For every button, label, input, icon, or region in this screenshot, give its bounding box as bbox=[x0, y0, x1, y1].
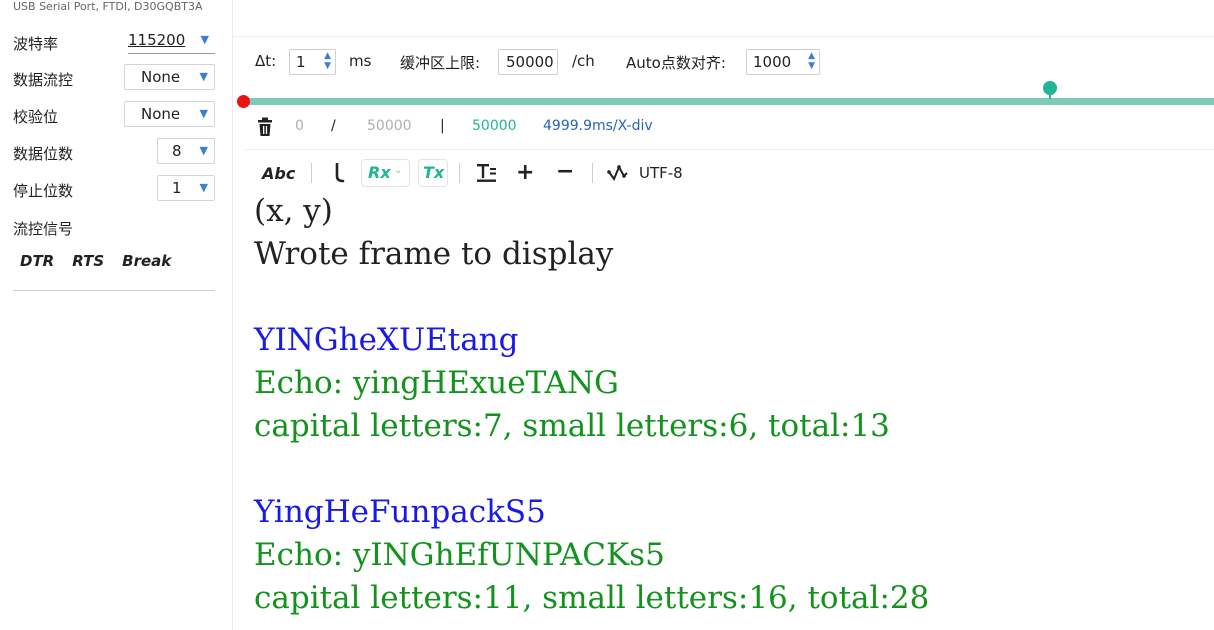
auto-align-label: Auto点数对齐: bbox=[626, 54, 726, 72]
minus-icon[interactable]: − bbox=[556, 161, 574, 183]
waveform-icon[interactable] bbox=[607, 164, 629, 182]
flow-signals: DTR RTS Break bbox=[20, 252, 189, 270]
tx-toggle[interactable]: Tx bbox=[418, 159, 448, 187]
range-marker-handle[interactable] bbox=[1043, 81, 1057, 95]
console-line: YingHeFunpackS5 bbox=[254, 494, 546, 530]
toolbar-mid-divider bbox=[244, 149, 1214, 150]
bracket-icon[interactable] bbox=[333, 163, 347, 183]
stop-bits-value: 1 bbox=[172, 179, 182, 197]
dtr-toggle[interactable]: DTR bbox=[20, 252, 54, 270]
trash-icon[interactable] bbox=[256, 117, 274, 137]
rx-label: Rx bbox=[368, 163, 391, 182]
chevron-down-icon: ▼ bbox=[200, 33, 209, 46]
parity-value: None bbox=[141, 105, 181, 123]
text-mode-button[interactable]: Abc bbox=[262, 164, 295, 183]
flow-control-row: 数据流控 None ▼ bbox=[13, 64, 215, 92]
dt-unit: ms bbox=[349, 52, 372, 70]
console-line: Echo: yINGhEfUNPACKs5 bbox=[254, 537, 665, 573]
data-bits-select[interactable]: 8 ▼ bbox=[157, 138, 215, 164]
auto-align-spinbox[interactable]: 1000 ▲ ▼ bbox=[746, 49, 820, 75]
range-start-handle[interactable] bbox=[237, 95, 250, 108]
dt-label: Δt: bbox=[255, 52, 277, 70]
buffer-limit-label: 缓冲区上限: bbox=[400, 54, 481, 72]
serial-settings-sidebar: USB Serial Port, FTDI, D30GQBT3A 波特率 115… bbox=[0, 0, 233, 630]
baud-rate-row: 波特率 115200 ▼ bbox=[13, 28, 215, 56]
data-bits-row: 数据位数 8 ▼ bbox=[13, 138, 215, 166]
flow-signal-row: 流控信号 bbox=[13, 213, 215, 241]
x-div-scale: 4999.9ms/X-div bbox=[543, 118, 653, 134]
flow-control-value: None bbox=[141, 68, 181, 86]
received-count: 0 bbox=[295, 118, 304, 134]
console-line: capital letters:7, small letters:6, tota… bbox=[254, 408, 890, 444]
buffer-max: 50000 bbox=[367, 118, 412, 134]
serial-console-output[interactable]: (x, y) Wrote frame to display YINGheXUEtan… bbox=[254, 190, 1204, 630]
parity-select[interactable]: None ▼ bbox=[124, 101, 215, 127]
buffer-limit-value: 50000 bbox=[506, 53, 554, 71]
console-line: Echo: yingHExueTANG bbox=[254, 365, 619, 401]
text-format-icon[interactable] bbox=[476, 163, 498, 183]
spin-arrows-icon[interactable]: ▲ ▼ bbox=[324, 51, 331, 71]
sidebar-divider bbox=[13, 290, 215, 291]
chevron-down-icon: ▼ bbox=[199, 181, 208, 194]
data-bits-value: 8 bbox=[172, 142, 182, 160]
port-name: USB Serial Port, FTDI, D30GQBT3A bbox=[13, 0, 203, 13]
toolbar-separator bbox=[459, 163, 460, 183]
data-bits-label: 数据位数 bbox=[13, 145, 74, 163]
tx-label: Tx bbox=[423, 163, 445, 182]
baud-rate-select[interactable]: 115200 ▼ bbox=[128, 28, 215, 54]
console-line: YINGheXUEtang bbox=[254, 322, 519, 358]
plus-icon[interactable]: + bbox=[516, 162, 534, 184]
flow-control-select[interactable]: None ▼ bbox=[124, 64, 215, 90]
stop-bits-select[interactable]: 1 ▼ bbox=[157, 175, 215, 201]
flow-signal-label: 流控信号 bbox=[13, 220, 74, 238]
stats-slash: / bbox=[331, 118, 336, 134]
break-toggle[interactable]: Break bbox=[122, 252, 171, 270]
chevron-down-icon: ▼ bbox=[199, 144, 208, 157]
console-line: Wrote frame to display bbox=[254, 236, 614, 272]
parity-row: 校验位 None ▼ bbox=[13, 101, 215, 129]
dt-value: 1 bbox=[296, 53, 306, 71]
encoding-selector[interactable]: UTF-8 bbox=[639, 164, 683, 182]
console-line: capital letters:11, small letters:16, to… bbox=[254, 580, 930, 616]
flow-control-label: 数据流控 bbox=[13, 71, 74, 89]
dt-spinbox[interactable]: 1 ▲ ▼ bbox=[289, 49, 336, 75]
parity-label: 校验位 bbox=[13, 108, 59, 126]
toolbar-top-divider bbox=[232, 36, 1214, 37]
stats-separator: | bbox=[440, 118, 445, 134]
chevron-down-icon: ▼ bbox=[199, 70, 208, 83]
console-line: (x, y) bbox=[254, 193, 333, 229]
stop-bits-label: 停止位数 bbox=[13, 182, 74, 200]
buffer-unit: /ch bbox=[572, 52, 595, 70]
point-count: 50000 bbox=[472, 118, 517, 134]
rx-toggle[interactable]: Rx ⌄ bbox=[361, 159, 410, 187]
buffer-limit-input[interactable]: 50000 bbox=[498, 49, 558, 75]
baud-rate-label: 波特率 bbox=[13, 35, 59, 53]
spin-arrows-icon[interactable]: ▲ ▼ bbox=[808, 51, 815, 71]
chevron-down-icon: ⌄ bbox=[394, 165, 403, 176]
auto-align-value: 1000 bbox=[753, 53, 792, 71]
chevron-down-icon: ▼ bbox=[199, 107, 208, 120]
baud-rate-value: 115200 bbox=[128, 31, 186, 49]
rts-toggle[interactable]: RTS bbox=[72, 252, 104, 270]
toolbar-separator bbox=[592, 163, 593, 183]
toolbar-separator bbox=[311, 163, 312, 183]
range-slider-track[interactable] bbox=[244, 98, 1214, 105]
stop-bits-row: 停止位数 1 ▼ bbox=[13, 175, 215, 203]
